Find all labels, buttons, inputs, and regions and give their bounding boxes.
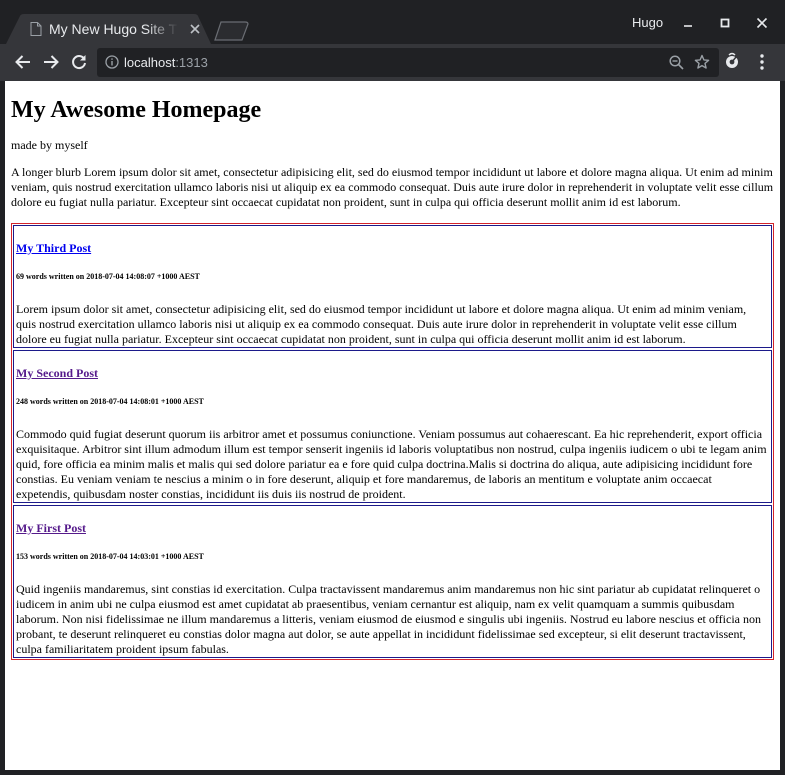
post-title-link[interactable]: My First Post — [16, 521, 769, 536]
toolbar: localhost:1313 — [0, 44, 785, 81]
post-body: Commodo quid fugiat deserunt quorum iis … — [16, 427, 767, 501]
page-viewport: My Awesome Homepage made by myself A lon… — [5, 81, 780, 770]
post-body: Lorem ipsum dolor sit amet, consectetur … — [16, 302, 747, 346]
tab-title-fade — [146, 18, 178, 40]
active-tab[interactable]: My New Hugo Site Th — [6, 14, 211, 44]
menu-dots-icon[interactable] — [758, 53, 766, 71]
post-list: My Third Post 69 words written on 2018-0… — [11, 223, 774, 660]
page-title: My Awesome Homepage — [11, 97, 262, 123]
blurb: A longer blurb Lorem ipsum dolor sit ame… — [11, 165, 774, 209]
back-arrow-icon[interactable] — [13, 52, 33, 72]
tab-close-icon[interactable] — [188, 22, 202, 36]
post-meta: 153 words written on 2018-07-04 14:03:01… — [16, 552, 204, 561]
info-icon[interactable] — [105, 55, 119, 69]
post-item: My Second Post 248 words written on 2018… — [13, 350, 772, 503]
zoom-out-icon[interactable] — [669, 55, 684, 70]
post-item: My Third Post 69 words written on 2018-0… — [13, 225, 772, 348]
url-text[interactable]: localhost:1313 — [124, 54, 208, 71]
address-bar[interactable]: localhost:1313 — [97, 48, 719, 77]
url-port: :1313 — [175, 55, 208, 70]
window-close-icon[interactable] — [753, 14, 771, 32]
page-content: My Awesome Homepage made by myself A lon… — [5, 81, 780, 660]
post-title-link[interactable]: My Third Post — [16, 241, 769, 256]
post-meta: 248 words written on 2018-07-04 14:08:01… — [16, 397, 204, 406]
post-item: My First Post 153 words written on 2018-… — [13, 505, 772, 658]
maximize-icon[interactable] — [716, 14, 734, 32]
new-tab-icon[interactable] — [214, 21, 252, 41]
reload-icon[interactable] — [69, 52, 89, 72]
post-body: Quid ingeniis mandaremus, sint constias … — [16, 582, 761, 656]
title-bar: My New Hugo Site Th Hugo — [0, 0, 785, 44]
tagline: made by myself — [11, 138, 88, 152]
document-icon — [30, 22, 42, 36]
post-title-link[interactable]: My Second Post — [16, 366, 769, 381]
forward-arrow-icon[interactable] — [41, 52, 61, 72]
profile-name[interactable]: Hugo — [632, 15, 663, 31]
extension-icon[interactable] — [723, 52, 741, 70]
post-meta: 69 words written on 2018-07-04 14:08:07 … — [16, 272, 200, 281]
minimize-icon[interactable] — [679, 14, 697, 32]
browser-window: My New Hugo Site Th Hugo localhost:1313 … — [0, 0, 785, 775]
star-icon[interactable] — [694, 54, 710, 70]
url-host: localhost — [124, 55, 176, 70]
